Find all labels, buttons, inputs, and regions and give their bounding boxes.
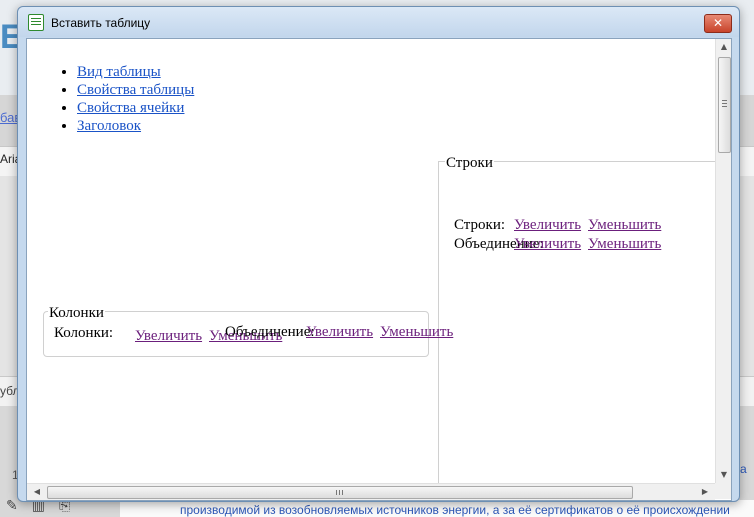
tab-caption[interactable]: Заголовок (77, 118, 141, 134)
rows-label: Строки: (454, 217, 506, 233)
horizontal-scrollbar[interactable]: ◀ ▶ (27, 483, 715, 500)
tab-item: Свойства таблицы (77, 81, 194, 99)
vertical-scroll-thumb[interactable] (718, 57, 731, 153)
rows-merge-decrease-link[interactable]: Уменьшить (588, 236, 661, 253)
columns-merge-increase-link[interactable]: Увеличить (306, 324, 373, 341)
tabs-list: Вид таблицы Свойства таблицы Свойства яч… (27, 63, 194, 135)
columns-label: Колонки: (54, 325, 114, 341)
tab-cell-properties[interactable]: Свойства ячейки (77, 100, 184, 116)
rows-fieldset: Строки Строки: Увеличить Уменьшить Объед… (438, 155, 731, 500)
dialog-content: Вид таблицы Свойства таблицы Свойства яч… (26, 38, 732, 501)
tab-table-properties[interactable]: Свойства таблицы (77, 82, 194, 98)
rows-legend: Строки (445, 155, 494, 172)
rows-merge-increase-link[interactable]: Увеличить (514, 236, 581, 253)
columns-merge-decrease-link[interactable]: Уменьшить (380, 324, 453, 341)
scroll-up-icon[interactable]: ▲ (716, 39, 731, 55)
horizontal-scroll-thumb[interactable] (47, 486, 633, 499)
columns-increase-link[interactable]: Увеличить (135, 328, 202, 345)
tab-item: Вид таблицы (77, 63, 194, 81)
scrollbar-corner (715, 483, 731, 499)
columns-merge-label: Объединение: (225, 324, 315, 340)
scroll-left-icon[interactable]: ◀ (29, 484, 45, 500)
close-button[interactable]: ✕ (704, 14, 732, 33)
vertical-scrollbar[interactable]: ▲ ▼ (715, 39, 731, 483)
table-icon (28, 14, 44, 31)
tab-item: Заголовок (77, 117, 194, 135)
page-text-fragment: а (740, 462, 747, 476)
columns-legend: Колонки (48, 305, 105, 322)
dialog-titlebar[interactable]: Вставить таблицу ✕ (18, 7, 739, 37)
scroll-right-icon[interactable]: ▶ (697, 484, 713, 500)
columns-fieldset: Колонки Колонки: Увеличить Уменьшить Объ… (43, 305, 453, 357)
tab-table-view[interactable]: Вид таблицы (77, 64, 161, 80)
insert-table-dialog: Вставить таблицу ✕ Вид таблицы Свойства … (17, 6, 740, 502)
dialog-title: Вставить таблицу (51, 16, 151, 30)
rows-decrease-link[interactable]: Уменьшить (588, 217, 661, 234)
page-body-text: производимой из возобновляемых источнико… (180, 503, 730, 517)
rows-increase-link[interactable]: Увеличить (514, 217, 581, 234)
tab-item: Свойства ячейки (77, 99, 194, 117)
scroll-down-icon[interactable]: ▼ (716, 467, 731, 483)
